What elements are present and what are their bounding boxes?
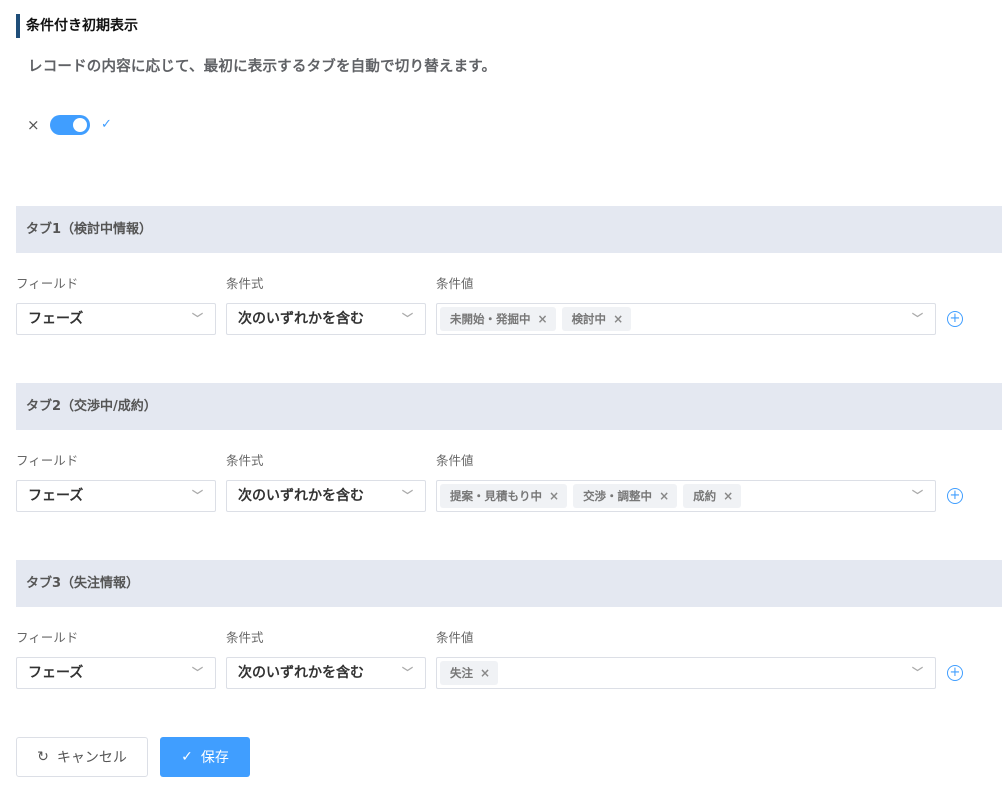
field-label: フィールド [16, 453, 79, 468]
chevron-down-icon: ﹀ [402, 312, 413, 325]
field-select-value: フェーズ [28, 488, 84, 504]
close-icon[interactable]: × [538, 307, 548, 331]
close-icon[interactable]: × [723, 484, 733, 508]
check-icon: ✓ [181, 749, 193, 765]
chevron-down-icon: ﹀ [192, 489, 203, 502]
operator-select-value: 次のいずれかを含む [238, 311, 364, 327]
value-label: 条件値 [436, 276, 474, 291]
section-title: 条件付き初期表示 [16, 14, 138, 38]
operator-label: 条件式 [226, 453, 264, 468]
field-select[interactable]: フェーズ ﹀ [16, 657, 216, 689]
value-tag-label: 成約 [693, 489, 717, 503]
chevron-down-icon: ﹀ [912, 666, 923, 679]
toggle-knob [73, 118, 87, 132]
field-select-value: フェーズ [28, 665, 84, 681]
value-multiselect[interactable]: 提案・見積もり中 × 交渉・調整中 × 成約 × ﹀ [436, 480, 936, 512]
close-icon[interactable]: × [659, 484, 669, 508]
chevron-down-icon: ﹀ [402, 489, 413, 502]
value-label: 条件値 [436, 453, 474, 468]
operator-select[interactable]: 次のいずれかを含む ﹀ [226, 657, 426, 689]
check-icon: ✓ [101, 117, 112, 132]
value-tag-label: 交渉・調整中 [583, 489, 653, 503]
field-select-value: フェーズ [28, 311, 84, 327]
tab-condition-block: タブ3（失注情報） フィールド 条件式 条件値 フェーズ ﹀ 次のいずれかを含む… [16, 560, 1002, 689]
chevron-down-icon: ﹀ [402, 666, 413, 679]
tab-condition-block: タブ2（交渉中/成約） フィールド 条件式 条件値 フェーズ ﹀ 次のいずれかを… [16, 383, 1002, 512]
tab-header: タブ1（検討中情報） [16, 206, 1002, 253]
add-condition-button[interactable]: + [947, 665, 963, 681]
cancel-button[interactable]: ↻ キャンセル [16, 737, 148, 777]
operator-label: 条件式 [226, 276, 264, 291]
save-button[interactable]: ✓ 保存 [160, 737, 250, 777]
toggle-row: × ✓ [27, 114, 112, 136]
operator-select-value: 次のいずれかを含む [238, 665, 364, 681]
field-label: フィールド [16, 630, 79, 645]
save-button-label: 保存 [200, 750, 229, 766]
value-tag: 失注 × [440, 661, 499, 685]
tab-header: タブ2（交渉中/成約） [16, 383, 1002, 430]
field-label: フィールド [16, 276, 79, 291]
field-select[interactable]: フェーズ ﹀ [16, 480, 216, 512]
chevron-down-icon: ﹀ [192, 666, 203, 679]
close-icon[interactable]: × [613, 307, 623, 331]
add-condition-button[interactable]: + [947, 488, 963, 504]
value-tag: 交渉・調整中 × [573, 484, 678, 508]
value-label: 条件値 [436, 630, 474, 645]
add-condition-button[interactable]: + [947, 311, 963, 327]
refresh-icon: ↻ [37, 749, 49, 765]
value-multiselect[interactable]: 未開始・発掘中 × 検討中 × ﹀ [436, 303, 936, 335]
value-tag: 提案・見積もり中 × [440, 484, 568, 508]
value-tag: 検討中 × [561, 307, 632, 331]
tab-condition-block: タブ1（検討中情報） フィールド 条件式 条件値 フェーズ ﹀ 次のいずれかを含… [16, 206, 1002, 335]
value-multiselect[interactable]: 失注 × ﹀ [436, 657, 936, 689]
section-description: レコードの内容に応じて、最初に表示するタブを自動で切り替えます。 [28, 59, 497, 75]
close-icon[interactable]: × [549, 484, 559, 508]
operator-label: 条件式 [226, 630, 264, 645]
tab-header: タブ3（失注情報） [16, 560, 1002, 607]
close-icon: × [27, 116, 40, 134]
value-tag-label: 検討中 [571, 312, 607, 326]
value-tag-label: 未開始・発掘中 [450, 312, 531, 326]
close-icon[interactable]: × [480, 661, 490, 685]
operator-select[interactable]: 次のいずれかを含む ﹀ [226, 480, 426, 512]
conditional-display-toggle[interactable] [50, 115, 90, 135]
operator-select[interactable]: 次のいずれかを含む ﹀ [226, 303, 426, 335]
value-tag: 成約 × [683, 484, 742, 508]
chevron-down-icon: ﹀ [912, 489, 923, 502]
chevron-down-icon: ﹀ [912, 312, 923, 325]
value-tag: 未開始・発掘中 × [440, 307, 556, 331]
operator-select-value: 次のいずれかを含む [238, 488, 364, 504]
value-tag-label: 提案・見積もり中 [450, 489, 542, 503]
cancel-button-label: キャンセル [56, 750, 127, 766]
field-select[interactable]: フェーズ ﹀ [16, 303, 216, 335]
value-tag-label: 失注 [450, 666, 473, 680]
chevron-down-icon: ﹀ [192, 312, 203, 325]
